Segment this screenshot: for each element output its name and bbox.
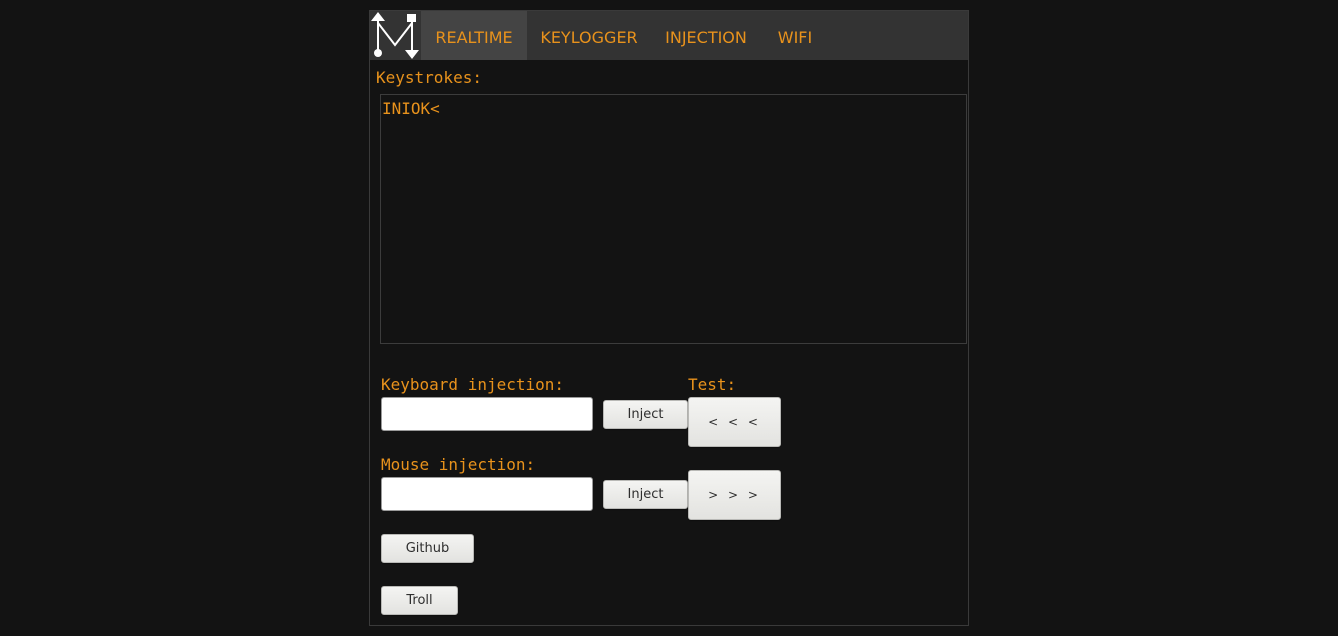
mouse-inject-button[interactable]: Inject	[603, 480, 688, 509]
troll-button[interactable]: Troll	[381, 586, 458, 615]
keyboard-injection-input[interactable]	[381, 397, 593, 431]
keyboard-injection-label: Keyboard injection:	[381, 375, 565, 394]
keystrokes-label: Keystrokes:	[376, 68, 482, 87]
mouse-injection-input[interactable]	[381, 477, 593, 511]
logo-icon[interactable]	[370, 11, 420, 60]
nav-tab-realtime[interactable]: REALTIME	[421, 11, 527, 60]
app-frame: REALTIME KEYLOGGER INJECTION WIFI Keystr…	[369, 10, 969, 626]
keystrokes-output[interactable]: INIOK<	[380, 94, 967, 344]
keyboard-inject-button[interactable]: Inject	[603, 400, 688, 429]
nav-tab-keylogger[interactable]: KEYLOGGER	[527, 11, 651, 60]
test-label: Test:	[688, 375, 737, 394]
github-button[interactable]: Github	[381, 534, 474, 563]
nav-tab-wifi[interactable]: WIFI	[761, 11, 829, 60]
test-prev-button[interactable]: < < <	[688, 397, 781, 447]
navbar: REALTIME KEYLOGGER INJECTION WIFI	[370, 11, 968, 60]
mouse-injection-label: Mouse injection:	[381, 455, 536, 474]
test-next-button[interactable]: > > >	[688, 470, 781, 520]
nav-tab-injection[interactable]: INJECTION	[651, 11, 761, 60]
